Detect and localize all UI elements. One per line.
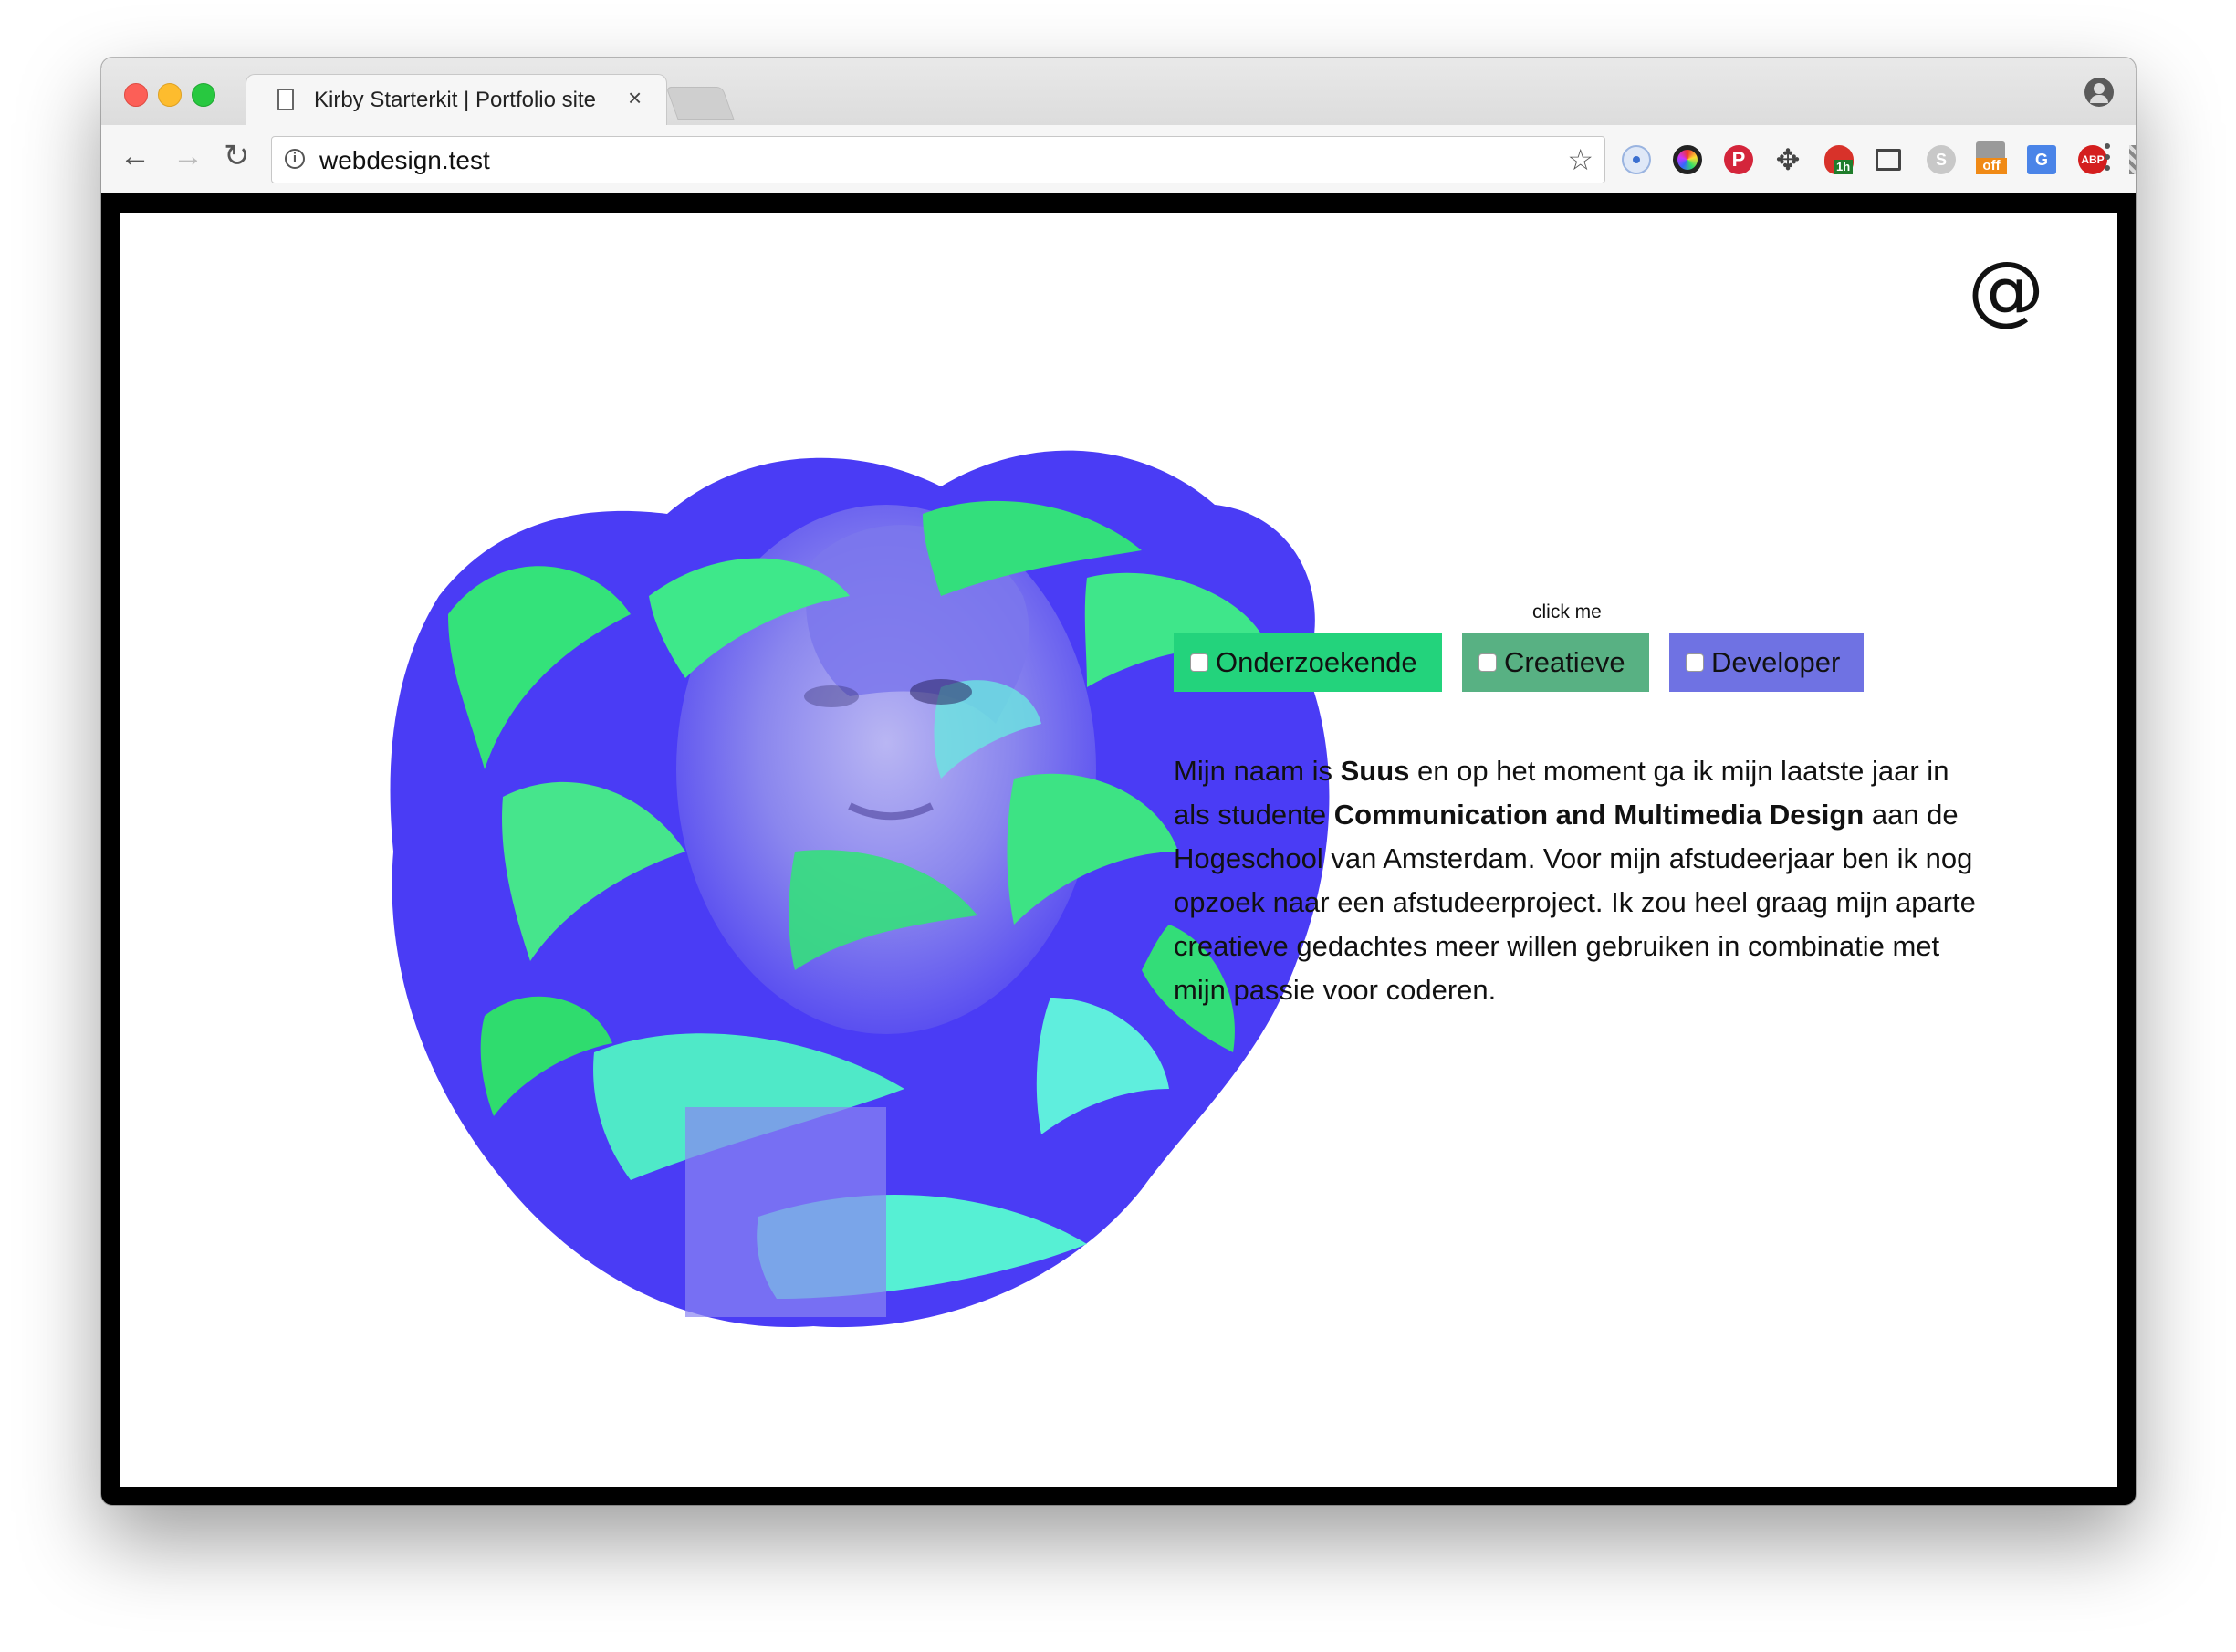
checkbox[interactable] <box>1686 653 1704 672</box>
deals-off-icon[interactable]: off <box>1976 141 2007 174</box>
filter-label: Creatieve <box>1504 645 1625 678</box>
back-arrow-icon[interactable]: ← <box>120 138 151 174</box>
hand-shape <box>685 1107 886 1317</box>
tomato-timer-icon[interactable]: 1h <box>1824 145 1854 174</box>
color-picker-icon[interactable] <box>1673 145 1702 174</box>
forward-arrow-icon[interactable]: → <box>172 138 204 174</box>
url-text[interactable]: webdesign.test <box>319 146 490 175</box>
bio-name: Suus <box>1340 755 1410 787</box>
close-window-button[interactable] <box>124 83 148 107</box>
browser-toolbar: ← → ↻ i webdesign.test ☆ P ✥ 1h S off G … <box>101 125 2136 193</box>
minimize-window-button[interactable] <box>158 83 182 107</box>
skype-icon[interactable]: S <box>1927 145 1956 174</box>
profile-icon[interactable] <box>2084 78 2114 107</box>
filter-creatieve[interactable]: Creatieve <box>1462 633 1649 692</box>
bio-text: Mijn naam is <box>1174 755 1341 787</box>
click-me-hint: click me <box>1532 601 1602 622</box>
checkbox[interactable] <box>1478 653 1497 672</box>
tab-close-icon[interactable]: × <box>628 84 642 112</box>
tab-title: Kirby Starterkit | Portfolio site <box>314 88 596 112</box>
info-icon[interactable]: i <box>285 149 305 169</box>
browser-window: Kirby Starterkit | Portfolio site × ← → … <box>101 58 2136 1505</box>
filter-label: Onderzoekende <box>1216 645 1417 678</box>
qr-code-icon[interactable] <box>2129 145 2136 174</box>
new-tab-button[interactable] <box>665 87 735 120</box>
menu-kebab-icon[interactable] <box>2105 143 2110 176</box>
title-bar: Kirby Starterkit | Portfolio site × <box>101 58 2136 128</box>
maximize-window-button[interactable] <box>192 83 215 107</box>
timer-badge: 1h <box>1834 160 1854 174</box>
bookmark-star-icon[interactable]: ☆ <box>1567 142 1593 177</box>
record-icon[interactable] <box>1622 145 1651 174</box>
bio-study: Communication and Multimedia Design <box>1333 799 1865 831</box>
bio-paragraph: Mijn naam is Suus en op het moment ga ik… <box>1174 749 1977 1012</box>
move-tool-icon[interactable]: ✥ <box>1773 145 1802 174</box>
filter-developer[interactable]: Developer <box>1669 633 1864 692</box>
contact-at-icon[interactable]: @ <box>1968 251 2044 328</box>
checkbox[interactable] <box>1190 653 1208 672</box>
adblock-plus-icon[interactable]: ABP <box>2078 145 2107 174</box>
tab-active[interactable]: Kirby Starterkit | Portfolio site × <box>246 74 667 128</box>
page-icon <box>277 89 294 110</box>
reload-icon[interactable]: ↻ <box>224 138 250 174</box>
google-translate-icon[interactable]: G <box>2027 145 2056 174</box>
filter-onderzoekende[interactable]: Onderzoekende <box>1174 633 1442 692</box>
page-content: @ click me Onderzoekende Creatieve Devel… <box>120 213 2117 1487</box>
screenshot-icon[interactable] <box>1876 149 1901 171</box>
filter-label: Developer <box>1711 645 1841 678</box>
address-bar[interactable]: i webdesign.test ☆ <box>271 136 1605 183</box>
pinterest-icon[interactable]: P <box>1724 145 1753 174</box>
off-badge: off <box>1976 158 2007 174</box>
